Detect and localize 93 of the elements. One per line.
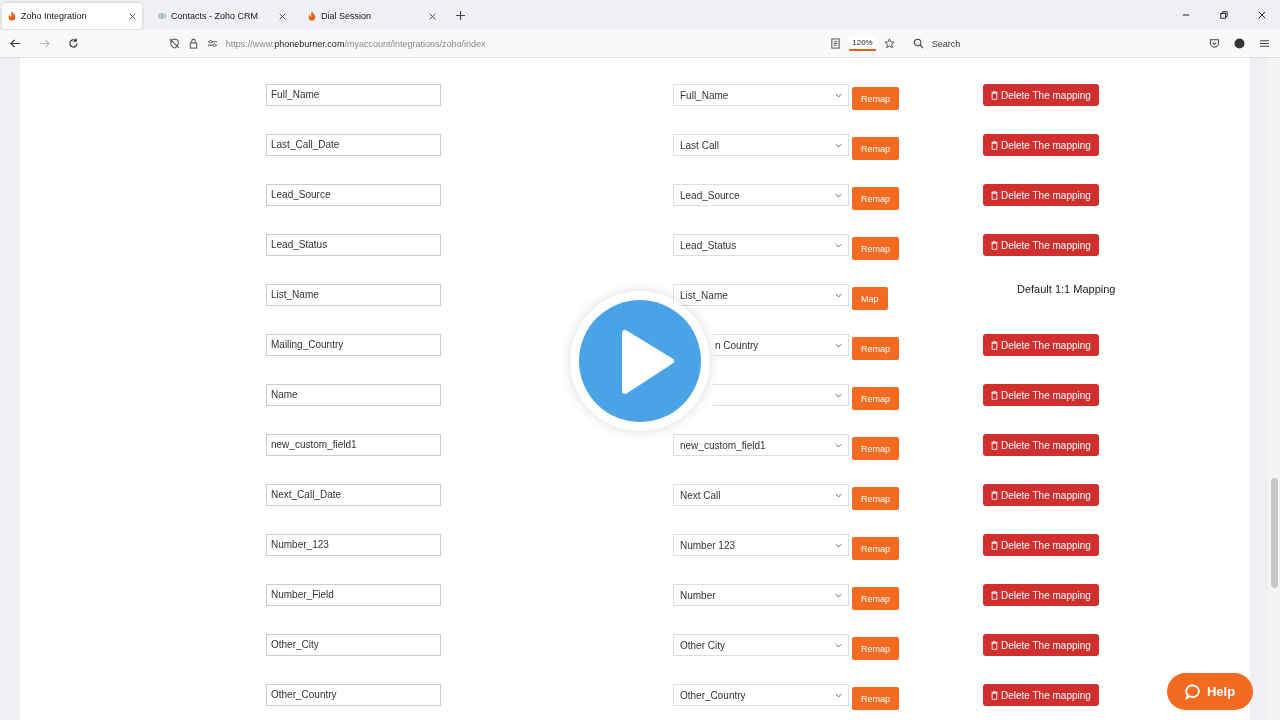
star-icon[interactable]	[883, 38, 895, 49]
crm-field-select[interactable]: Other City	[673, 634, 849, 656]
chevron-down-icon	[835, 642, 842, 648]
delete-mapping-button[interactable]: Delete The mapping	[983, 634, 1099, 656]
scrollbar[interactable]	[1271, 478, 1278, 588]
default-mapping-label: Default 1:1 Mapping	[1017, 283, 1116, 295]
chevron-down-icon	[835, 592, 842, 598]
crm-field-select[interactable]: Lead_Status	[673, 234, 849, 256]
reload-icon[interactable]	[67, 38, 79, 49]
delete-mapping-button[interactable]: Delete The mapping	[983, 334, 1099, 356]
crm-field-select[interactable]: Last Call	[673, 134, 849, 156]
field-name-input[interactable]: List_Name	[266, 284, 441, 306]
trash-icon	[991, 390, 998, 400]
field-name-input[interactable]: Number_Field	[266, 584, 441, 606]
eye-icon	[158, 11, 166, 21]
field-name-input[interactable]: Name	[266, 384, 441, 406]
crm-field-select[interactable]: Other_Country	[673, 684, 849, 706]
delete-mapping-button[interactable]: Delete The mapping	[983, 234, 1099, 256]
crm-field-select[interactable]: Number 123	[673, 534, 849, 556]
chevron-down-icon	[835, 92, 842, 98]
chevron-down-icon	[835, 492, 842, 498]
crm-field-select[interactable]: Lead_Source	[673, 184, 849, 206]
trash-icon	[991, 440, 998, 450]
search-field[interactable]: Search	[929, 37, 1134, 50]
chat-bubble-icon	[1184, 683, 1201, 700]
field-name-input[interactable]: Other_Country	[266, 684, 441, 706]
minimize-icon[interactable]	[1182, 11, 1190, 19]
trash-icon	[991, 690, 998, 700]
trash-icon	[991, 340, 998, 350]
chevron-down-icon	[835, 392, 842, 398]
search-icon	[912, 38, 924, 49]
trash-icon	[991, 640, 998, 650]
delete-mapping-button[interactable]: Delete The mapping	[983, 134, 1099, 156]
crm-field-select[interactable]: new_custom_field1	[673, 434, 849, 456]
menu-icon[interactable]	[1259, 38, 1270, 49]
close-icon[interactable]	[129, 12, 136, 20]
trash-icon	[991, 490, 998, 500]
flame-icon	[8, 11, 16, 21]
chevron-down-icon	[835, 342, 842, 348]
crm-field-select[interactable]: Full_Name	[673, 84, 849, 106]
trash-icon	[991, 590, 998, 600]
flame-icon	[308, 11, 316, 21]
close-icon[interactable]	[1258, 11, 1266, 19]
crm-field-select[interactable]: n Country	[713, 334, 849, 356]
trash-icon	[991, 140, 998, 150]
pocket-icon[interactable]	[1209, 38, 1221, 49]
field-name-input[interactable]: Lead_Source	[266, 184, 441, 206]
delete-mapping-button[interactable]: Delete The mapping	[983, 184, 1099, 206]
field-name-input[interactable]: Last_Call_Date	[266, 134, 441, 156]
field-name-input[interactable]: new_custom_field1	[266, 434, 441, 456]
chevron-down-icon	[835, 542, 842, 548]
field-name-input[interactable]: Other_City	[266, 634, 441, 656]
chevron-down-icon	[835, 292, 842, 298]
browser-tab[interactable]: Contacts - Zoho CRM	[152, 3, 292, 29]
delete-mapping-button[interactable]: Delete The mapping	[983, 84, 1099, 106]
field-name-input[interactable]: Lead_Status	[266, 234, 441, 256]
permissions-icon[interactable]	[206, 38, 218, 49]
trash-icon	[991, 90, 998, 100]
chevron-down-icon	[835, 442, 842, 448]
trash-icon	[991, 190, 998, 200]
new-tab-icon[interactable]	[456, 10, 465, 20]
crm-field-select[interactable]: List_Name	[673, 284, 849, 306]
delete-mapping-button[interactable]: Delete The mapping	[983, 484, 1099, 506]
crm-field-select[interactable]: Number	[673, 584, 849, 606]
address-bar[interactable]: https://www.phoneburner.com/myaccount/integrations/zoho/index	[225, 38, 486, 49]
chevron-down-icon	[835, 192, 842, 198]
chevron-down-icon	[835, 142, 842, 148]
shield-icon[interactable]	[168, 38, 180, 49]
crm-field-select[interactable]: Next Call	[673, 484, 849, 506]
delete-mapping-button[interactable]: Delete The mapping	[983, 434, 1099, 456]
field-name-input[interactable]: Number_123	[266, 534, 441, 556]
delete-mapping-button[interactable]: Delete The mapping	[983, 584, 1099, 606]
zoom-level[interactable]: 120%	[849, 36, 876, 51]
delete-mapping-button[interactable]: Delete The mapping	[983, 684, 1099, 706]
restore-icon[interactable]	[1220, 11, 1228, 19]
field-name-input[interactable]: Mailing_Country	[266, 334, 441, 356]
browser-tab[interactable]: Zoho Integration	[2, 3, 142, 29]
browser-tab[interactable]: Dial Session	[302, 3, 442, 29]
close-icon[interactable]	[429, 12, 436, 20]
field-name-input[interactable]: Full_Name	[266, 84, 441, 106]
trash-icon	[991, 240, 998, 250]
crm-field-select[interactable]	[713, 384, 849, 406]
close-icon[interactable]	[279, 12, 286, 20]
back-icon[interactable]	[10, 38, 21, 49]
field-name-input[interactable]: Next_Call_Date	[266, 484, 441, 506]
chevron-down-icon	[835, 692, 842, 698]
trash-icon	[991, 540, 998, 550]
lock-icon[interactable]	[187, 38, 199, 49]
reader-view-icon[interactable]	[830, 38, 842, 49]
delete-mapping-button[interactable]: Delete The mapping	[983, 384, 1099, 406]
delete-mapping-button[interactable]: Delete The mapping	[983, 534, 1099, 556]
account-icon[interactable]	[1234, 38, 1246, 49]
chevron-down-icon	[835, 242, 842, 248]
